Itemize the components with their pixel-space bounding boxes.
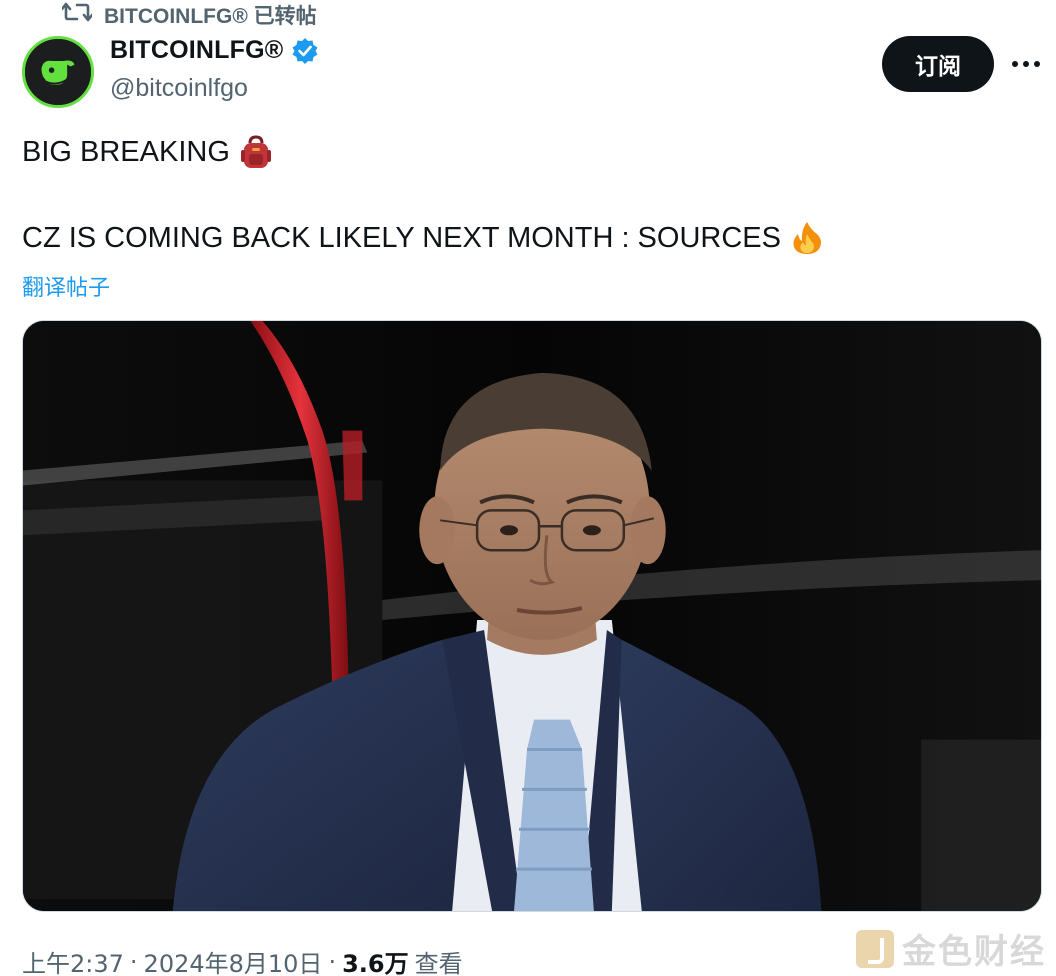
watermark: 金色财经 [856,924,1046,973]
watermark-text: 金色财经 [902,932,1046,972]
tweet-time[interactable]: 上午2:37 [22,944,124,976]
repost-indicator[interactable]: BITCOINLFG® 已转帖 [60,0,317,30]
author-display-name[interactable]: BITCOINLFG® [110,36,283,65]
tweet-text-line-1: BIG BREAKING [22,134,274,170]
author-handle[interactable]: @bitcoinlfgo [110,74,248,103]
avatar[interactable] [22,36,94,108]
tweet-meta: 上午2:37 · 2024年8月10日 · 3.6万 查看 [22,944,463,976]
watermark-logo-icon [856,929,894,968]
views-label: 查看 [414,950,463,976]
repost-text: BITCOINLFG® 已转帖 [104,5,317,28]
views-count: 3.6万 [342,950,409,976]
tweet-page: BITCOINLFG® 已转帖 BITCOINLFG® @bitcoinlfgo… [0,0,1056,976]
tweet-date[interactable]: 2024年8月10日 [144,944,323,976]
whale-logo-icon [25,39,91,105]
photo-image [23,321,1041,911]
more-options-icon[interactable] [1008,50,1044,78]
tweet-text-line-2: CZ IS COMING BACK LIKELY NEXT MONTH : SO… [22,220,825,256]
meta-separator: · [129,947,138,976]
tweet-headline: BIG BREAKING [22,135,230,168]
meta-separator-2: · [328,947,337,976]
fire-emoji-icon [789,220,825,256]
verified-badge-icon[interactable] [291,37,319,65]
author-name-row: BITCOINLFG® [110,36,319,65]
translate-post-link[interactable]: 翻译帖子 [22,270,110,302]
tweet-body: CZ IS COMING BACK LIKELY NEXT MONTH : SO… [22,221,781,254]
backpack-emoji-icon [238,134,274,170]
tweet-media-photo[interactable] [22,320,1042,912]
subscribe-button[interactable]: 订阅 [882,36,994,92]
repost-icon [60,0,94,30]
